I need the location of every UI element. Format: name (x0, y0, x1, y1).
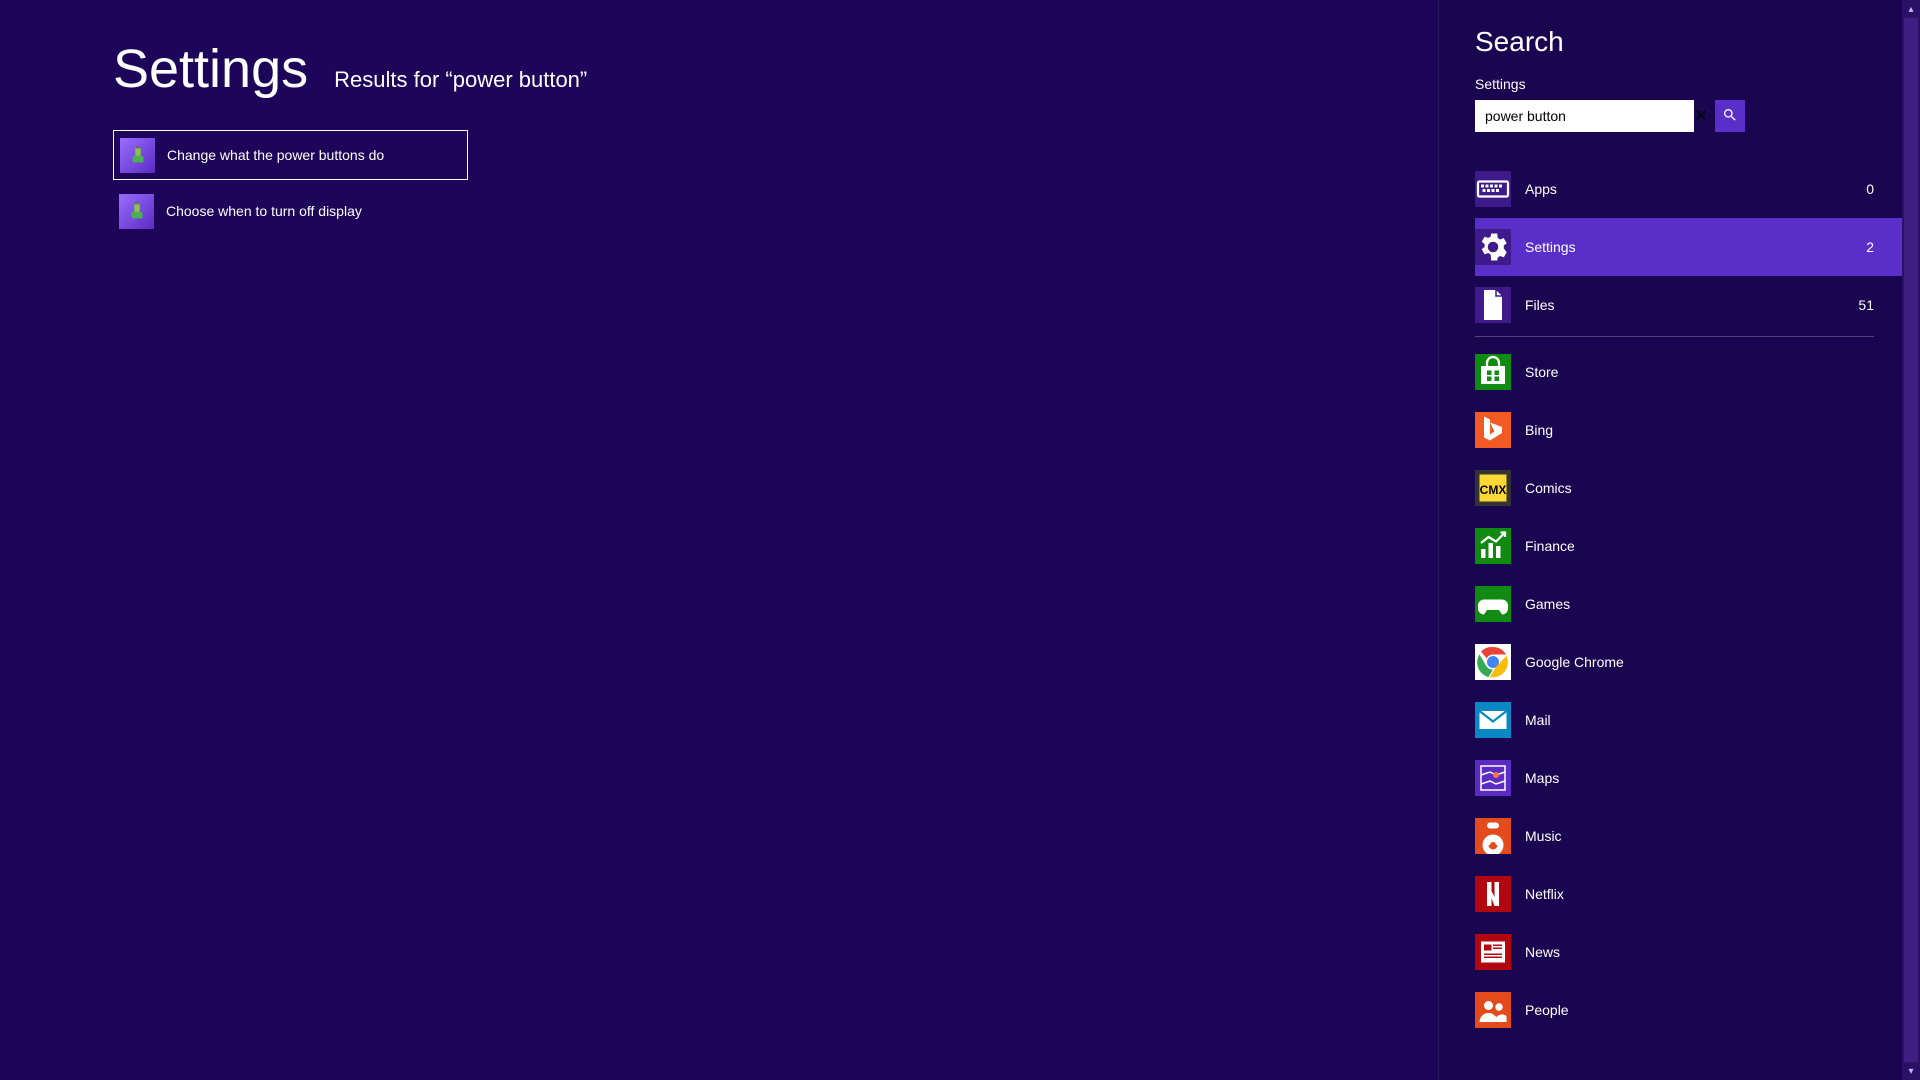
result-label: Choose when to turn off display (166, 203, 362, 219)
people-icon (1475, 992, 1511, 1028)
scope-count: 0 (1866, 181, 1874, 197)
search-input[interactable] (1475, 100, 1694, 132)
search-panel: Search Settings ✕ Apps0Settings2Files51 … (1439, 0, 1902, 1080)
scope-label: Store (1525, 364, 1874, 380)
scope-item-google-chrome[interactable]: Google Chrome (1475, 633, 1902, 691)
power-icon (120, 138, 155, 173)
comics-icon: CMX (1475, 470, 1511, 506)
netflix-icon (1475, 876, 1511, 912)
news-icon (1475, 934, 1511, 970)
search-context: Settings (1475, 76, 1902, 92)
scope-item-finance[interactable]: Finance (1475, 517, 1902, 575)
finance-icon (1475, 528, 1511, 564)
apps-icon (1475, 171, 1511, 207)
scope-item-music[interactable]: Music (1475, 807, 1902, 865)
scope-count: 51 (1858, 297, 1874, 313)
scroll-up-button[interactable]: ▴ (1902, 0, 1920, 18)
search-title: Search (1475, 26, 1902, 58)
results-area: Settings Results for “power button” Chan… (0, 0, 1438, 1080)
search-button[interactable] (1715, 100, 1745, 132)
scope-label: Comics (1525, 480, 1874, 496)
scope-item-news[interactable]: News (1475, 923, 1902, 981)
scope-label: Maps (1525, 770, 1874, 786)
scope-item-store[interactable]: Store (1475, 343, 1902, 401)
scope-label: Bing (1525, 422, 1874, 438)
scope-item-games[interactable]: Games (1475, 575, 1902, 633)
result-item[interactable]: Choose when to turn off display (113, 186, 468, 236)
separator (1475, 336, 1874, 337)
gear-icon (1475, 229, 1511, 265)
scope-label: Settings (1525, 239, 1866, 255)
search-apps: Store Bing CMX Comics Finance Games Google Chr… (1475, 343, 1902, 1039)
search-input-wrap: ✕ (1475, 100, 1715, 132)
scope-label: Files (1525, 297, 1858, 313)
clear-search-button[interactable]: ✕ (1691, 106, 1711, 126)
music-icon (1475, 818, 1511, 854)
scope-label: News (1525, 944, 1874, 960)
scope-item-files[interactable]: Files51 (1475, 276, 1902, 334)
store-icon (1475, 354, 1511, 390)
scope-label: Music (1525, 828, 1874, 844)
result-label: Change what the power buttons do (167, 147, 384, 163)
scope-item-comics[interactable]: CMX Comics (1475, 459, 1902, 517)
scope-item-netflix[interactable]: Netflix (1475, 865, 1902, 923)
result-item[interactable]: Change what the power buttons do (113, 130, 468, 180)
scope-label: Games (1525, 596, 1874, 612)
svg-text:CMX: CMX (1480, 483, 1507, 497)
scroll-down-button[interactable]: ▾ (1902, 1062, 1920, 1080)
scope-item-settings[interactable]: Settings2 (1475, 218, 1902, 276)
scroll-thumb[interactable] (1904, 18, 1918, 1062)
power-icon (119, 194, 154, 229)
scope-item-apps[interactable]: Apps0 (1475, 160, 1902, 218)
results-for: Results for “power button” (334, 67, 587, 93)
chrome-icon (1475, 644, 1511, 680)
games-icon (1475, 586, 1511, 622)
maps-icon (1475, 760, 1511, 796)
scope-item-bing[interactable]: Bing (1475, 401, 1902, 459)
search-bar: ✕ (1475, 100, 1745, 132)
scope-label: Finance (1525, 538, 1874, 554)
scope-label: People (1525, 1002, 1874, 1018)
scope-label: Mail (1525, 712, 1874, 728)
search-charm: Search Settings ✕ Apps0Settings2Files51 … (1438, 0, 1920, 1080)
mail-icon (1475, 702, 1511, 738)
search-scopes: Apps0Settings2Files51 (1475, 160, 1902, 334)
header: Settings Results for “power button” (113, 38, 1438, 100)
scope-label: Netflix (1525, 886, 1874, 902)
close-icon: ✕ (1694, 108, 1707, 125)
results-list: Change what the power buttons do Choose w… (113, 130, 1438, 236)
scope-item-maps[interactable]: Maps (1475, 749, 1902, 807)
scope-label: Google Chrome (1525, 654, 1874, 670)
scope-label: Apps (1525, 181, 1866, 197)
scope-item-people[interactable]: People (1475, 981, 1902, 1039)
bing-icon (1475, 412, 1511, 448)
scope-count: 2 (1866, 239, 1874, 255)
file-icon (1475, 287, 1511, 323)
page-title: Settings (113, 38, 308, 100)
scope-item-mail[interactable]: Mail (1475, 691, 1902, 749)
scrollbar[interactable]: ▴ ▾ (1902, 0, 1920, 1080)
search-icon (1722, 107, 1738, 126)
